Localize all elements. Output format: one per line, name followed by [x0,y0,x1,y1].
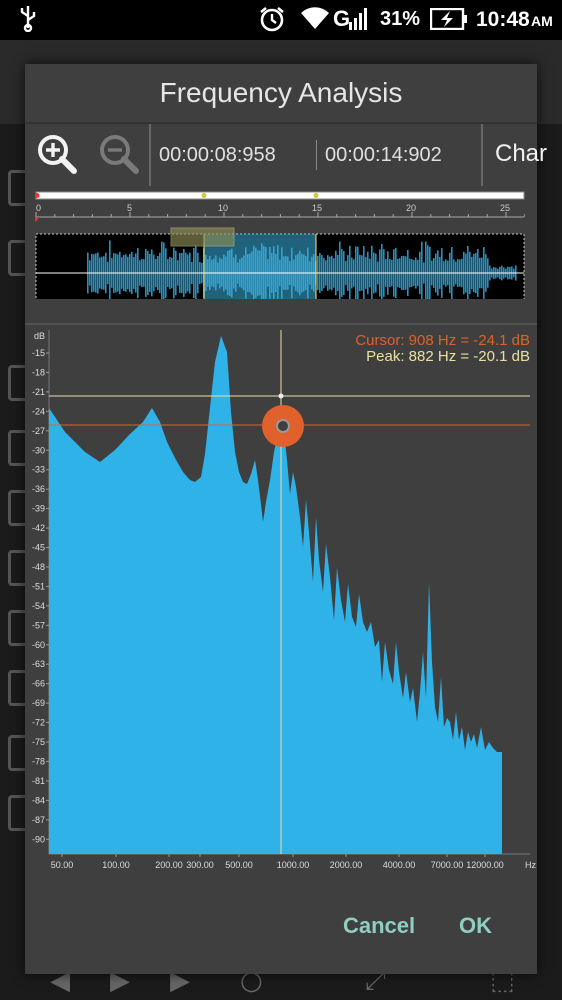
scroll-marker-a [201,193,207,198]
zoom-in-button[interactable] [35,132,79,176]
cursor-readout: Cursor: 908 Hz = -24.1 dB [355,332,530,349]
freq-tick-label: 50.00 [51,860,74,870]
freq-tick-label: 12000.00 [466,860,504,870]
db-tick-label: -48 [32,562,45,572]
db-tick-label: -15 [32,348,45,358]
battery-percent: 31% [380,8,421,30]
freq-tick-label: 200.00 [155,860,183,870]
db-tick-label: -39 [32,504,45,514]
status-bar: G 31% 10:48 AM [0,0,562,40]
db-tick-label: -90 [32,834,45,844]
zoom-out-button[interactable] [97,132,141,176]
zoom-out-icon [97,135,141,180]
waveform-bar [467,245,469,301]
freq-tick-label: 300.00 [186,860,214,870]
db-tick-label: -36 [32,484,45,494]
waveform-bar [371,245,373,301]
toolbar-divider [149,124,151,186]
db-tick-label: -78 [32,756,45,766]
db-tick-label: -54 [32,601,45,611]
clock-ampm: AM [531,13,553,29]
ruler-label-0: 0 [36,203,41,213]
waveform-bar [349,245,351,301]
cancel-button[interactable]: Cancel [337,912,421,940]
freq-tick-label: 1000.00 [277,860,310,870]
db-tick-label: -24 [32,406,45,416]
ok-button[interactable]: OK [453,912,498,940]
freq-tick-label: 2000.00 [330,860,363,870]
db-tick-label: -72 [32,718,45,728]
ruler-label-10: 10 [218,203,228,213]
waveform-bar [421,241,423,305]
db-tick-label: -69 [32,698,45,708]
db-tick-label: -51 [32,581,45,591]
freq-tick-label: 7000.00 [431,860,464,870]
dialog-toolbar: 00:00:08:958 00:00:14:902 Char [25,122,547,190]
db-tick-label: -27 [32,426,45,436]
waveform-overview[interactable]: 0 5 10 15 20 25 [33,189,526,319]
spectrum-svg: dB -15 -18 -21 -24 -27 -30 -33 -36 -39 -42 -45 -48 -… [25,322,537,872]
toolbar-divider-2 [481,124,483,186]
db-tick-label: -81 [32,776,45,786]
network-type: G [333,6,351,31]
ruler-label-20: 20 [406,203,416,213]
freq-unit-label: Hz [525,860,536,870]
waveform-bar [339,241,341,305]
dialog-title: Frequency Analysis [159,77,403,108]
time-divider [316,140,317,170]
db-tick-label: -57 [32,620,45,630]
ruler-label-5: 5 [127,203,132,213]
freq-tick-label: 4000.00 [383,860,416,870]
spectrum-plot[interactable]: dB -15 -18 -21 -24 -27 -30 -33 -36 -39 -42 -45 -48 -… [25,322,537,872]
db-tick-label: -21 [32,387,45,397]
timeline-scrollbar[interactable] [35,191,525,200]
ruler-label-25: 25 [500,203,510,213]
clock-time: 10:48 [476,8,530,31]
db-tick-label: -45 [32,543,45,553]
db-tick-label: -63 [32,659,45,669]
peak-point [278,393,284,399]
timeline-svg: 0 5 10 15 20 25 [33,191,526,319]
zoom-in-icon [35,135,79,180]
alarm-icon [258,5,286,39]
playhead-marker [33,217,39,222]
freq-tick-label: 500.00 [225,860,253,870]
peak-readout: Peak: 882 Hz = -20.1 dB [366,348,530,365]
dialog-buttons: Cancel OK [25,904,537,954]
scroll-marker-b [313,193,319,198]
usb-icon [18,4,38,38]
db-tick-label: -30 [32,445,45,455]
db-tick-label: -84 [32,795,45,805]
db-tick-label: -66 [32,679,45,689]
db-tick-label: -33 [32,465,45,475]
channel-button[interactable]: Char [495,140,547,168]
db-tick-label: -75 [32,737,45,747]
start-time-field[interactable]: 00:00:08:958 [159,144,276,167]
db-unit-label: dB [34,331,45,341]
battery-charging-icon [429,7,468,36]
waveform-bar [381,243,383,303]
waveform-bar [427,245,429,301]
ruler-label-15: 15 [312,203,322,213]
wifi-icon [300,7,330,37]
cursor-handle-center [276,419,290,433]
frequency-analysis-dialog: Frequency Analysis 00:00:08:958 00:00:14… [25,64,547,974]
waveform-bar [161,241,163,305]
selection-start-handle[interactable] [170,227,235,247]
ruler-ticks [35,212,526,217]
db-tick-label: -60 [32,640,45,650]
db-tick-label: -18 [32,367,45,377]
waveform-bar [109,240,111,306]
freq-tick-label: 100.00 [102,860,130,870]
signal-icon [349,8,369,36]
end-time-field[interactable]: 00:00:14:902 [325,144,442,167]
waveform-bar [425,241,427,305]
waveform-bar [163,242,165,304]
db-tick-label: -87 [32,815,45,825]
db-tick-label: -42 [32,523,45,533]
